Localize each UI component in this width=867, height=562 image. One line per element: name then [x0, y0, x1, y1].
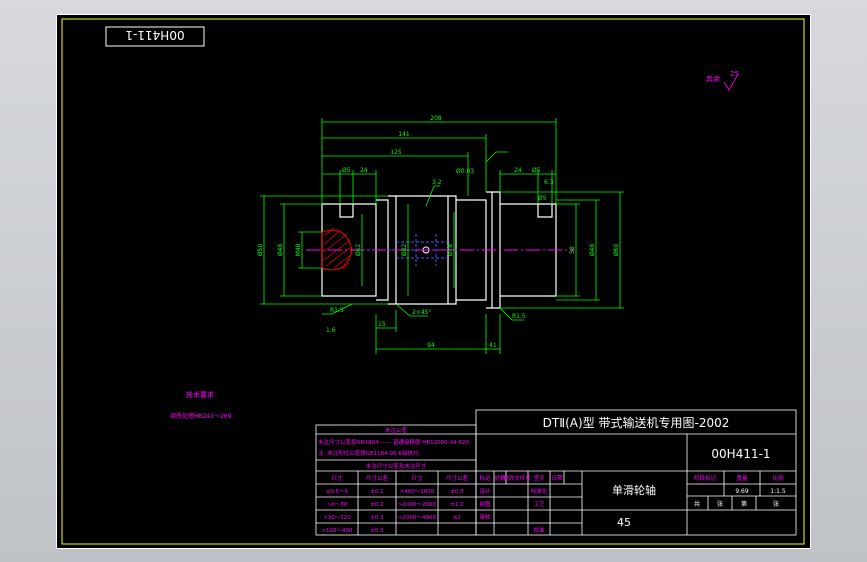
dim-15: 15 [378, 321, 386, 328]
role-3: 工艺 [533, 501, 545, 508]
section-hatch [321, 227, 353, 271]
dim-141: 141 [398, 131, 410, 138]
dim-d-left-3: M48 [295, 243, 302, 256]
dimension-lines [260, 118, 624, 354]
tol-note-1: 未注尺寸公差按GB1804 —— 普通级精度 HB12000-34 820 [318, 438, 469, 446]
dim-125: 125 [390, 149, 402, 156]
tol-col-2: 尺寸 [411, 474, 423, 482]
dim-tol-right: Ø0.03 [456, 168, 474, 175]
stage-header-1: 重量 [736, 474, 748, 482]
tol-r0-c2: >400～1000 [400, 489, 435, 495]
outer-sheet-border [56, 14, 811, 549]
check-mark: 标准化 [531, 487, 548, 495]
dim-d-right-1: 58 [569, 246, 576, 254]
tol-r2-c0: >30～120 [323, 515, 351, 521]
roughness-other-label: 其余 [706, 74, 720, 83]
tol-r0-c3: ±0.8 [450, 489, 464, 495]
drawing-frame-border [61, 18, 805, 545]
rev-col-2: 更改文件号 [503, 474, 531, 482]
tol-r2-c1: ±0.3 [370, 515, 384, 521]
dim-208: 208 [430, 115, 442, 122]
roughness-1: 3.2 [432, 179, 442, 186]
roughness-3: 1.6 [326, 327, 336, 334]
sheet-3: 张 [773, 500, 779, 508]
dim-d-center-1: Ø62 [355, 244, 362, 257]
tol-r0-c0: ≥0.5～6 [326, 489, 349, 495]
dim-94: 94 [427, 342, 435, 349]
dim-r-left: R1.5 [330, 307, 344, 314]
roughness-other-value: 25 [730, 70, 739, 78]
roughness-2: 6.3 [544, 179, 554, 186]
drawing-number: 00H411-1 [711, 447, 770, 461]
drawing-canvas[interactable]: 00H411-1 其余 25 208 141 125 Ø5 24 Ø0.03 2… [56, 14, 811, 549]
dim-d-left-2: Ø48 [277, 244, 284, 257]
dim-d24-right: 24 [514, 167, 522, 174]
tol-note-2: 注: 未注形位公差按GB1184-96 K级执行 [318, 449, 419, 457]
tol-r1-c2: >1000～2000 [398, 502, 437, 508]
rev-col-4: 日期 [551, 475, 563, 482]
dim-r-right: R1.5 [512, 313, 526, 320]
tech-notes-title: 技术要求 [186, 390, 214, 399]
tech-notes-line1: 调质处理HB241～269 [170, 412, 232, 420]
tol-r3-c0: >120～400 [321, 528, 353, 534]
tol-r2-c2: >2000～4000 [398, 515, 437, 521]
tol-r1-c1: ±0.2 [370, 502, 383, 508]
weight-value: 9.69 [735, 488, 749, 495]
dim-d8-right: Ø5 [538, 195, 547, 202]
role-0: 设计 [479, 487, 491, 495]
dim-d25-right: Ø5 [532, 167, 541, 174]
dim-chamfer: 2×45° [412, 309, 431, 316]
tol-r0-c1: ±0.1 [370, 489, 383, 495]
dim-d-left-outer: Ø50 [257, 244, 264, 257]
tol-r2-c3: ±2 [453, 515, 461, 521]
rev-col-0: 标记 [479, 474, 491, 482]
tol-col-3: 尺寸公差 [446, 474, 469, 482]
role-2: 审核 [479, 513, 491, 521]
rev-col-3: 签字 [533, 474, 545, 482]
dim-d-center-3: Ø78 [447, 244, 454, 257]
viewport-frame: 00H411-1 其余 25 208 141 125 Ø5 24 Ø0.03 2… [0, 0, 867, 562]
tol-col-0: 尺寸 [331, 474, 343, 482]
tol-sub-header: 未注尺寸公差及未注尺寸 [366, 462, 427, 470]
stage-header-2: 比例 [772, 474, 784, 482]
material: 45 [617, 516, 631, 529]
part-name: 单滑轮轴 [612, 483, 656, 497]
sheet-0: 共 [694, 500, 700, 508]
title-block: DTⅡ(A)型 带式输送机专用图-2002 00H411-1 单滑轮轴 45 标… [475, 409, 797, 536]
role-4: 批准 [533, 526, 545, 534]
dim-41: 41 [489, 342, 497, 349]
project-title: DTⅡ(A)型 带式输送机专用图-2002 [543, 415, 730, 430]
stage-header-0: 阶段标记 [694, 474, 717, 482]
tol-r3-c1: ±0.5 [370, 528, 384, 534]
tol-r1-c0: >6～30 [327, 502, 348, 508]
dim-d-center-2: Ø82 [401, 244, 408, 257]
dim-d24-left: 24 [360, 167, 368, 174]
sheet-1: 张 [717, 500, 723, 508]
dim-d-right-3: Ø60 [613, 244, 620, 257]
tol-header-top: 未注公差 [385, 426, 408, 434]
tol-col-1: 尺寸公差 [366, 474, 389, 482]
dim-d25-left: Ø5 [342, 167, 351, 174]
tolerance-table: 未注公差 未注尺寸公差按GB1804 —— 普通级精度 HB12000-34 8… [315, 424, 477, 536]
sheet-2: 第 [741, 500, 747, 508]
tol-r1-c3: ±1.2 [450, 502, 463, 508]
stamp-code: 00H411-1 [125, 28, 184, 42]
cad-drawing: 00H411-1 其余 25 208 141 125 Ø5 24 Ø0.03 2… [56, 14, 811, 549]
role-1: 制图 [479, 500, 491, 508]
scale-value: 1:1.5 [770, 488, 786, 495]
dim-d-right-2: Ø48 [589, 244, 596, 257]
